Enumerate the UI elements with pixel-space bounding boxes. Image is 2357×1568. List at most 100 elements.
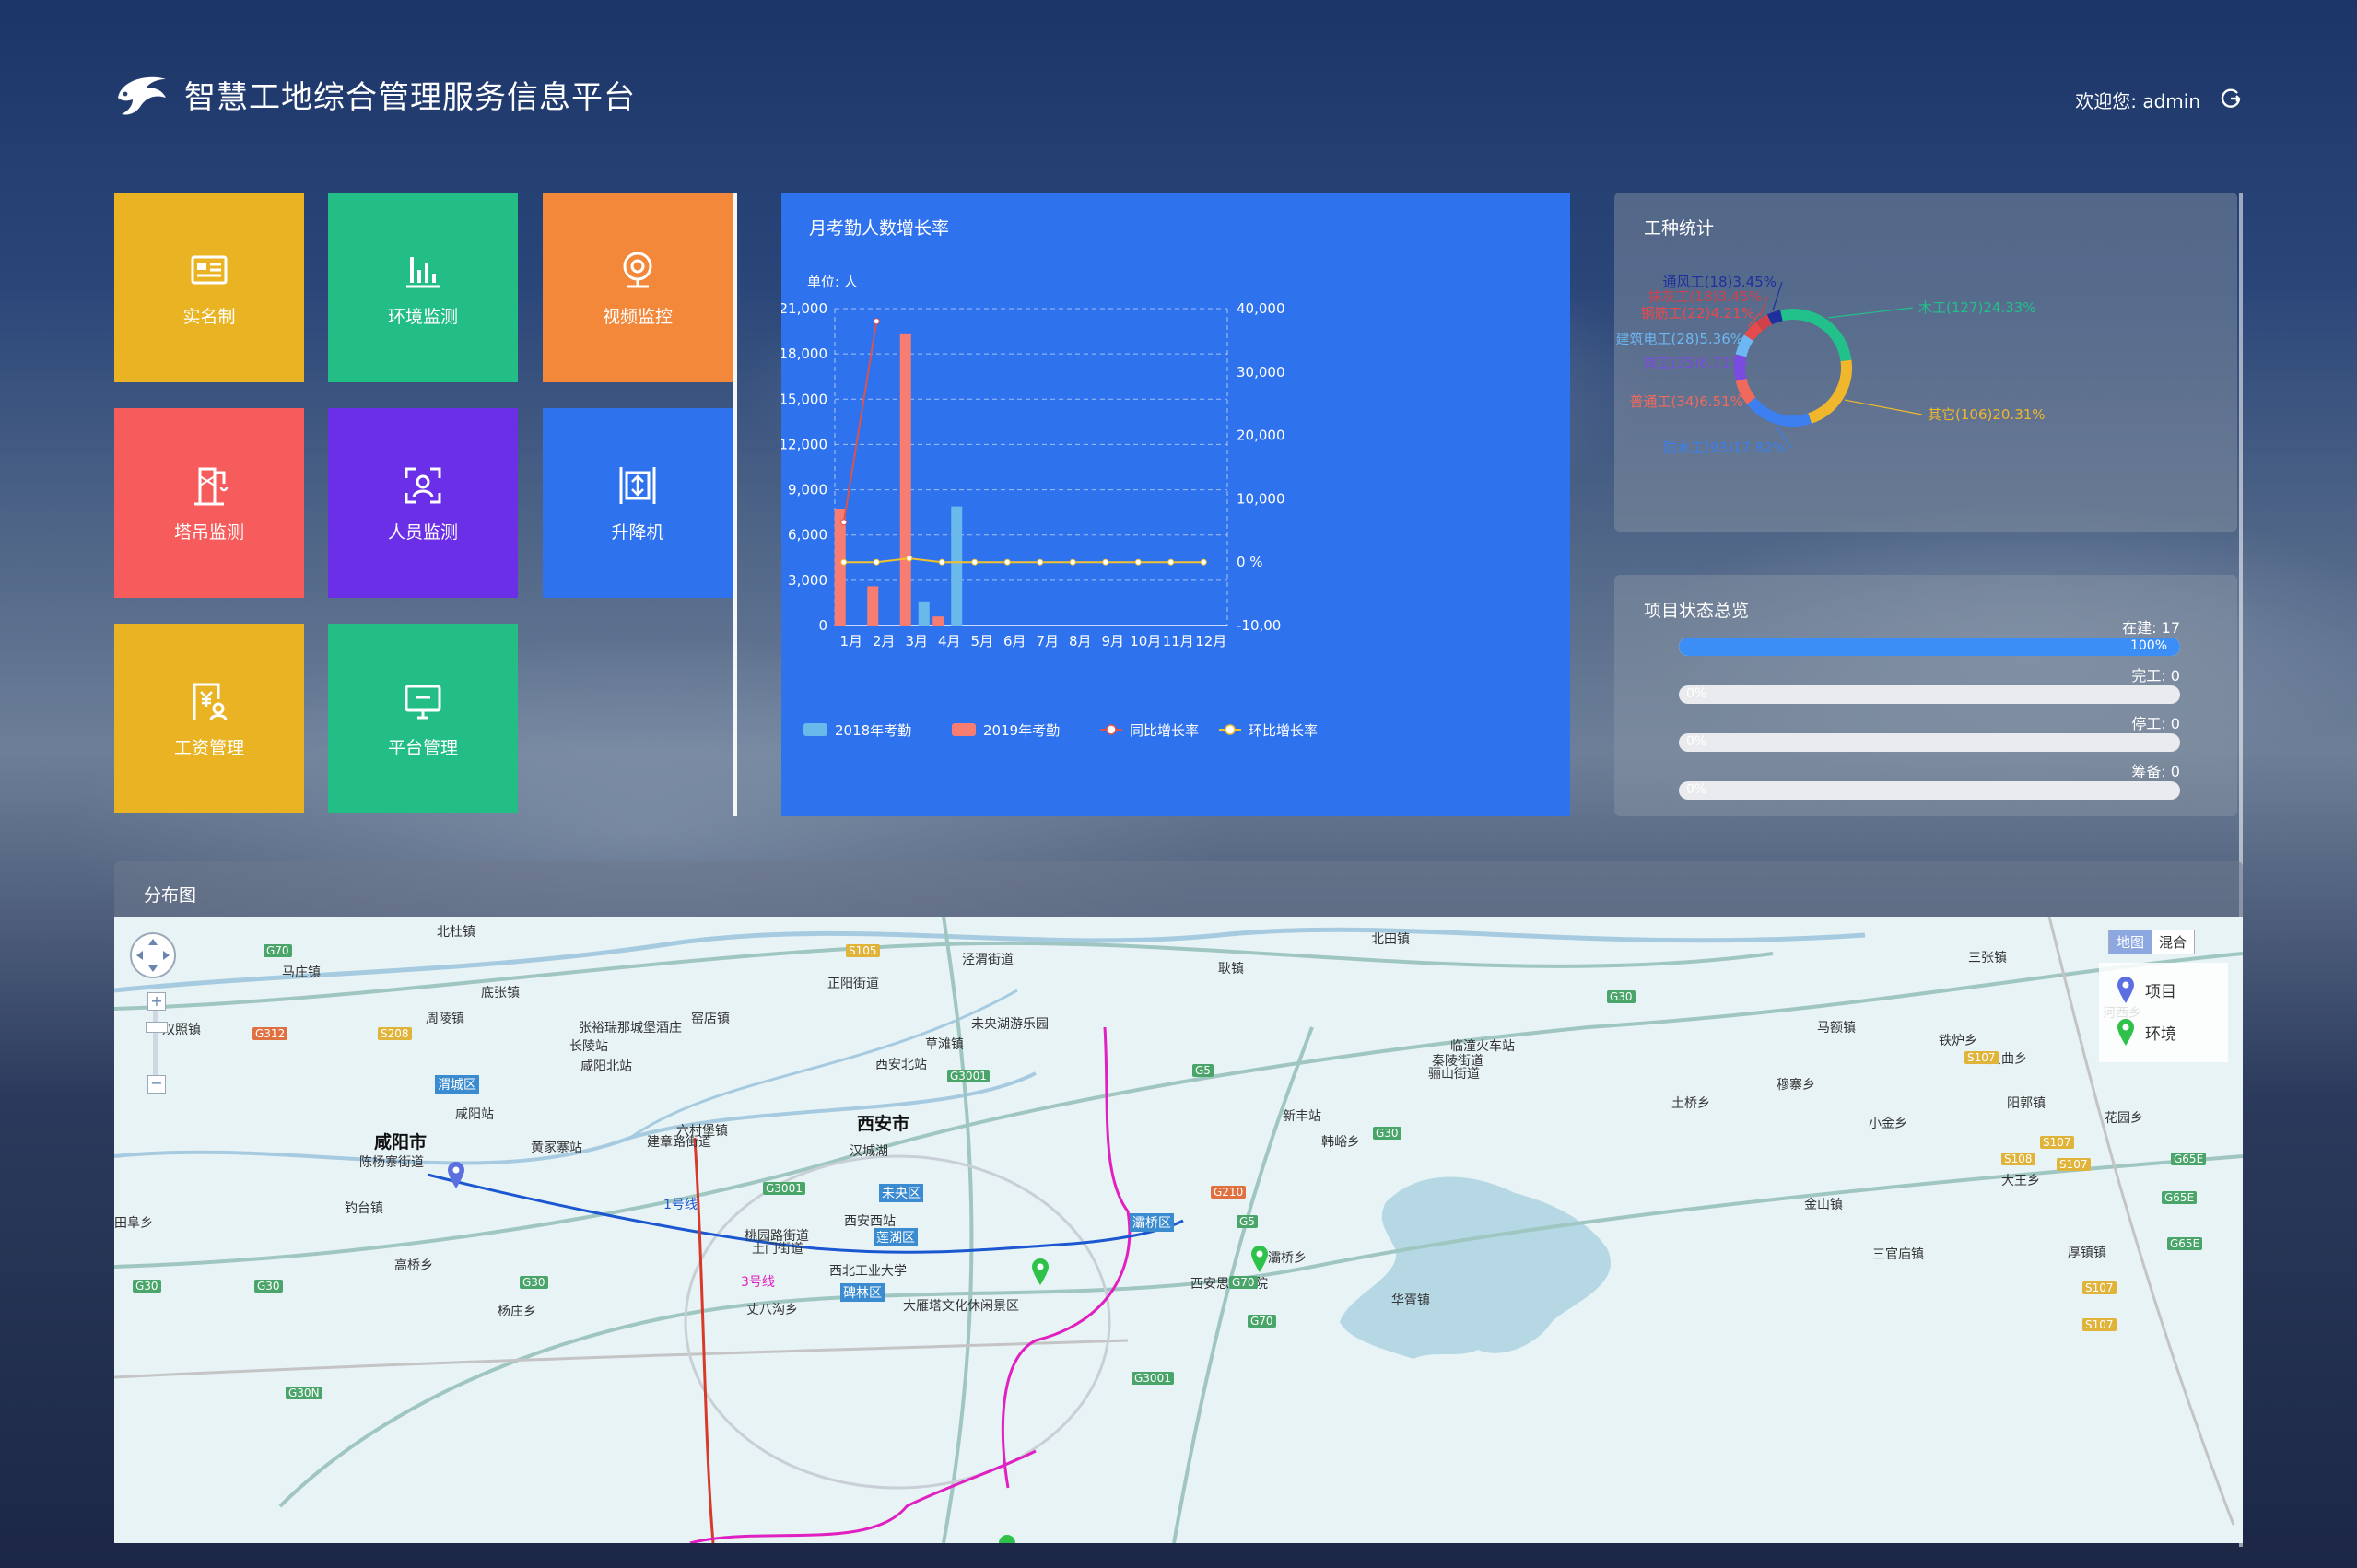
- project-status-panel: 项目状态总览 在建: 17 100% 完工: 0 0% 停工: 0 0% 筹备: 0 0%: [1614, 575, 2237, 816]
- road-shield-label: G30: [254, 1280, 283, 1293]
- worker-type-donut-chart: 木工(127)24.33% 其它(106)20.31% 防水工(93)17.82% 普…: [1616, 274, 2046, 456]
- bar-chart-icon: [406, 256, 440, 287]
- y-axis-tick-label: 18,000: [781, 345, 827, 362]
- line-point: [1102, 558, 1109, 566]
- logo-icon: [118, 76, 166, 115]
- line-point: [1200, 558, 1207, 566]
- line-point: [1134, 558, 1142, 566]
- map-place-label: 底张镇: [481, 986, 520, 1000]
- line-point: [1069, 558, 1076, 566]
- logout-icon[interactable]: [2219, 87, 2243, 111]
- road-shield-label: G65E: [2167, 1237, 2203, 1250]
- map-place-label: 土门街道: [752, 1242, 803, 1257]
- map-place-label: 耿镇: [1218, 962, 1244, 977]
- line-point: [873, 558, 880, 566]
- y-axis-tick-label: 9,000: [788, 482, 827, 498]
- worker-stats-panel: 工种统计 木工(127)24.33% 其它(106)20.31% 防水工(93)17…: [1614, 193, 2237, 532]
- x-axis-tick-label: 8月: [1069, 633, 1092, 649]
- donut-slice-label: 木工(127)24.33%: [1918, 299, 2036, 316]
- tile-tower-crane[interactable]: 塔吊监测: [114, 408, 304, 598]
- road-shield-label: G70: [1229, 1276, 1258, 1289]
- legend-item-project[interactable]: 项目: [2116, 976, 2176, 1003]
- donut-slice: [1780, 309, 1852, 362]
- status-progress-bar: 0%: [1679, 781, 2180, 800]
- line-point: [840, 558, 848, 566]
- status-label: 停工: 0: [2131, 715, 2180, 732]
- tile-salary[interactable]: 工资管理: [114, 624, 304, 813]
- welcome-text: 欢迎您: admin: [2075, 90, 2200, 112]
- chart-unit-label: 单位: 人: [807, 274, 858, 290]
- map-place-label: 1号线: [663, 1198, 698, 1212]
- zoom-slider-handle[interactable]: [146, 1022, 168, 1033]
- tile-label: 工资管理: [173, 737, 244, 758]
- map-place-label: 田阜乡: [114, 1216, 153, 1231]
- road-shield-label: G30: [1373, 1127, 1401, 1140]
- x-axis-tick-label: 1月: [839, 633, 862, 649]
- road-shield-label: G65E: [2162, 1191, 2198, 1204]
- road-shield-label: G30: [133, 1280, 161, 1293]
- green-marker-icon[interactable]: [1030, 1258, 1050, 1285]
- green-marker-icon[interactable]: [997, 1527, 1017, 1543]
- y-axis-tick-label: 12,000: [781, 436, 827, 452]
- map-place-label: 双照镇: [162, 1023, 201, 1037]
- tile-elevator[interactable]: 升降机: [543, 408, 733, 598]
- x-axis-tick-label: 12月: [1195, 633, 1226, 649]
- green-marker-icon[interactable]: [1249, 1245, 1270, 1272]
- tile-environment[interactable]: 环境监测: [328, 193, 518, 382]
- road-shield-label: G70: [1248, 1315, 1276, 1328]
- map-type-hybrid-button[interactable]: 混合: [2152, 930, 2194, 954]
- road-shield-label: S108: [2001, 1153, 2035, 1165]
- tile-personnel[interactable]: 人员监测: [328, 408, 518, 598]
- map-place-label: 大雁塔文化休闲景区: [903, 1299, 1019, 1314]
- tile-platform[interactable]: 平台管理: [328, 624, 518, 813]
- map-place-label: 渭城区: [435, 1075, 479, 1094]
- donut-slice-label: 通风工(18)3.45%: [1663, 274, 1777, 290]
- zoom-out-button[interactable]: −: [147, 1075, 166, 1094]
- line-point: [840, 519, 848, 526]
- site-title: 智慧工地综合管理服务信息平台: [184, 79, 636, 116]
- y2-axis-tick-label: 30,000: [1237, 364, 1285, 380]
- map-place-label: 咸阳站: [455, 1107, 494, 1122]
- line-point: [873, 318, 880, 325]
- zoom-slider[interactable]: [153, 1011, 158, 1075]
- tile-label: 视频监控: [602, 306, 673, 327]
- status-label: 在建: 17: [2122, 619, 2180, 637]
- pan-control-icon[interactable]: [127, 930, 179, 981]
- map-zoom-control: + −: [127, 930, 179, 1094]
- donut-slice-label: 焊工(35)6.71%: [1644, 355, 1743, 371]
- map-place-label: 土桥乡: [1671, 1096, 1710, 1111]
- legend-marker: [1106, 724, 1117, 735]
- zoom-in-button[interactable]: +: [147, 992, 166, 1011]
- green-marker-icon: [2117, 1019, 2134, 1046]
- donut-slice: [1808, 359, 1852, 424]
- map-place-label: 北杜镇: [437, 925, 475, 940]
- legend-marker: [1225, 724, 1236, 735]
- road-shield-label: G312: [252, 1027, 288, 1040]
- map-legend: 项目 环境: [2099, 963, 2228, 1062]
- elevator-icon: [619, 466, 656, 504]
- map-place-label: 马庄镇: [282, 965, 321, 980]
- legend-label: 环境: [2145, 1024, 2176, 1044]
- status-percent: 100%: [2129, 638, 2167, 653]
- map-place-label: 窑店镇: [691, 1012, 730, 1026]
- map-canvas[interactable]: 北杜镇 马庄镇 底张镇 正阳街道 泾渭街道 北田镇 耿镇 三张镇 周陵镇 双照镇 张裕瑞那城堡酒庄窑…: [114, 917, 2243, 1543]
- map-place-label: 张裕瑞那城堡酒庄: [579, 1021, 682, 1036]
- line-point: [1167, 558, 1175, 566]
- blue-marker-icon[interactable]: [446, 1161, 466, 1188]
- map-type-normal-button[interactable]: 地图: [2108, 930, 2152, 954]
- status-progress-fill: [1679, 638, 2180, 656]
- map-place-label: 穆寨乡: [1777, 1078, 1815, 1093]
- map-place-label: 草滩镇: [925, 1037, 964, 1052]
- tile-real-name[interactable]: 实名制: [114, 193, 304, 382]
- tile-video[interactable]: 视频监控: [543, 193, 733, 382]
- map-place-label: 韩峪乡: [1321, 1135, 1360, 1150]
- id-card-icon: [191, 255, 228, 284]
- map-place-label: 正阳街道: [827, 977, 879, 991]
- blue-marker-icon: [2117, 977, 2134, 1003]
- map-place-label: 花园乡: [2105, 1111, 2143, 1126]
- map-place-label: 咸阳市: [374, 1132, 428, 1153]
- donut-slice-label: 防水工(93)17.82%: [1663, 439, 1786, 456]
- status-progress-bar: 100%: [1679, 638, 2180, 656]
- donut-slice: [1766, 310, 1783, 325]
- legend-item-environment[interactable]: 环境: [2116, 1018, 2176, 1046]
